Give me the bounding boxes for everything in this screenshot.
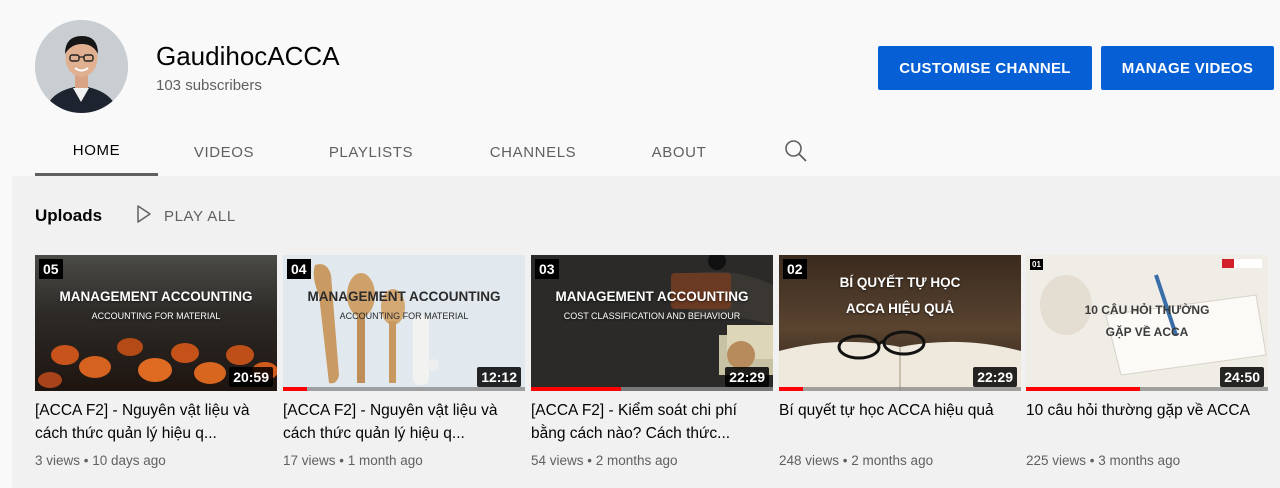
watch-progress-track <box>1026 387 1268 391</box>
episode-badge: 03 <box>535 259 559 279</box>
upload-age: 1 month ago <box>347 453 423 468</box>
video-thumbnail[interactable]: 02 BÍ QUYẾT TỰ HỌC ACCA HIỆU QUẢ 22:29 <box>779 255 1021 391</box>
duration-badge: 20:59 <box>229 367 273 387</box>
thumbnail-subtitle: ACCOUNTING FOR MATERIAL <box>91 311 221 321</box>
upload-age: 10 days ago <box>92 453 166 468</box>
upload-age: 2 months ago <box>851 453 934 468</box>
video-card[interactable]: 03 MANAGEMENT ACCOUNTING COST CLASSIFICA… <box>531 255 773 468</box>
video-title[interactable]: [ACCA F2] - Nguyên vật liệu và cách thức… <box>35 399 277 445</box>
thumbnail-subtitle: GẶP VỀ ACCA <box>1105 325 1189 339</box>
thumbnail-subtitle: COST CLASSIFICATION AND BEHAVIOUR <box>563 311 741 321</box>
upload-age: 2 months ago <box>595 453 678 468</box>
thumbnail-subtitle: ACCOUNTING FOR MATERIAL <box>339 311 469 321</box>
episode-badge: 04 <box>287 259 311 279</box>
tab-channels[interactable]: CHANNELS <box>475 128 591 176</box>
thumbnail-title: BÍ QUYẾT TỰ HỌC <box>839 275 961 290</box>
watch-progress <box>283 387 308 391</box>
video-title[interactable]: [ACCA F2] - Kiểm soát chi phí bằng cách … <box>531 399 773 445</box>
channel-header: GaudihocACCA 103 subscribers CUSTOMISE C… <box>0 0 1280 176</box>
video-meta: 225 views • 3 months ago <box>1026 453 1181 468</box>
watch-progress <box>1026 387 1140 391</box>
duration-badge: 12:12 <box>477 367 521 387</box>
video-thumbnail[interactable]: 03 MANAGEMENT ACCOUNTING COST CLASSIFICA… <box>531 255 773 391</box>
manage-videos-button[interactable]: MANAGE VIDEOS <box>1101 46 1274 90</box>
view-count: 3 views <box>35 453 81 468</box>
video-meta: 17 views • 1 month ago <box>283 453 423 468</box>
search-icon[interactable] <box>783 138 809 164</box>
watch-progress-track <box>283 387 525 391</box>
duration-badge: 22:29 <box>973 367 1017 387</box>
watch-progress-track <box>779 387 1021 391</box>
view-count: 225 views <box>1026 453 1087 468</box>
video-title[interactable]: Bí quyết tự học ACCA hiệu quả <box>779 399 1021 445</box>
video-title[interactable]: [ACCA F2] - Nguyên vật liệu và cách thức… <box>283 399 525 445</box>
video-thumbnail[interactable]: 01 10 CÂU HỎI THƯỜNG GẶP VỀ ACCA 24:50 <box>1026 255 1268 391</box>
thumbnail-title: MANAGEMENT ACCOUNTING <box>59 289 253 304</box>
play-all-label: PLAY ALL <box>164 207 236 225</box>
view-count: 17 views <box>283 453 336 468</box>
video-title[interactable]: 10 câu hỏi thường gặp về ACCA <box>1026 399 1268 445</box>
watch-progress-track <box>531 387 773 391</box>
video-card[interactable]: 05 MANAGEMENT ACCOUNTING ACCOUNTING FOR … <box>35 255 277 468</box>
channel-avatar[interactable] <box>35 20 128 113</box>
tab-about[interactable]: ABOUT <box>635 128 723 176</box>
shelf-title: Uploads <box>35 206 103 225</box>
episode-badge: 05 <box>39 259 63 279</box>
video-thumbnail[interactable]: 04 MANAGEMENT ACCOUNTING ACCOUNTING FOR … <box>283 255 525 391</box>
watch-progress <box>779 387 804 391</box>
tab-home[interactable]: HOME <box>35 128 158 176</box>
tab-videos[interactable]: VIDEOS <box>180 128 268 176</box>
video-meta: 54 views • 2 months ago <box>531 453 678 468</box>
subscriber-count: 103 subscribers <box>156 77 262 94</box>
tab-playlists[interactable]: PLAYLISTS <box>313 128 429 176</box>
duration-badge: 24:50 <box>1220 367 1264 387</box>
video-meta: 3 views • 10 days ago <box>35 453 166 468</box>
duration-badge: 22:29 <box>725 367 769 387</box>
channel-name: GaudihocACCA <box>156 41 340 71</box>
video-card[interactable]: 01 10 CÂU HỎI THƯỜNG GẶP VỀ ACCA 24:50 1… <box>1026 255 1268 468</box>
view-count: 248 views <box>779 453 840 468</box>
watch-progress <box>531 387 621 391</box>
video-meta: 248 views • 2 months ago <box>779 453 934 468</box>
thumbnail-title: MANAGEMENT ACCOUNTING <box>307 289 501 304</box>
video-card[interactable]: 02 BÍ QUYẾT TỰ HỌC ACCA HIỆU QUẢ 22:29 B… <box>779 255 1021 468</box>
video-card[interactable]: 04 MANAGEMENT ACCOUNTING ACCOUNTING FOR … <box>283 255 525 468</box>
episode-badge: 01 <box>1030 259 1043 270</box>
upload-age: 3 months ago <box>1098 453 1181 468</box>
thumbnail-title: MANAGEMENT ACCOUNTING <box>555 289 749 304</box>
video-thumbnail[interactable]: 05 MANAGEMENT ACCOUNTING ACCOUNTING FOR … <box>35 255 277 391</box>
play-icon <box>134 204 152 229</box>
thumbnail-subtitle: ACCA HIỆU QUẢ <box>845 301 955 316</box>
play-all-button[interactable]: PLAY ALL <box>134 204 236 228</box>
view-count: 54 views <box>531 453 584 468</box>
customise-channel-button[interactable]: CUSTOMISE CHANNEL <box>878 46 1092 90</box>
thumbnail-title: 10 CÂU HỎI THƯỜNG <box>1084 303 1210 317</box>
